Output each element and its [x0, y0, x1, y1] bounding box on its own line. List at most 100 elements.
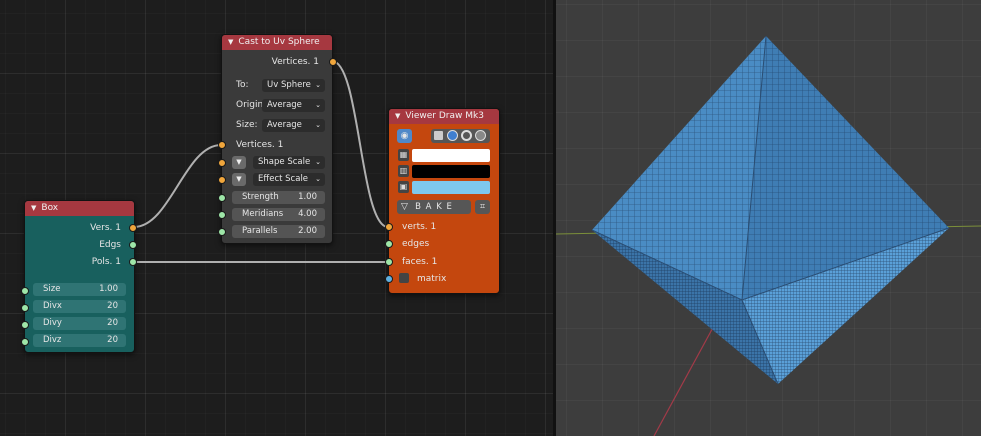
link-box-verts-to-cast — [133, 144, 222, 228]
bake-label: B A K E — [415, 202, 453, 212]
strength-field[interactable]: Strength 1.00 — [232, 191, 325, 204]
input-socket-matrix[interactable] — [385, 275, 393, 283]
input-socket-parallels[interactable] — [218, 228, 226, 236]
vertex-color-icon: ▦ — [398, 149, 409, 161]
output-socket-vertices[interactable] — [329, 58, 337, 66]
input-socket-vertices[interactable] — [218, 141, 226, 149]
cube-icon[interactable] — [434, 131, 443, 140]
divx-label: Divx — [43, 301, 62, 311]
viewer-draw-node[interactable]: ▼ Viewer Draw Mk3 ◉ ▦ ▥ ▣ ▽ B A K E ⌗ ver… — [385, 108, 500, 294]
effect-scale-toggle[interactable]: ▼ — [232, 173, 246, 186]
input-socket-faces[interactable] — [385, 258, 393, 266]
strength-value: 1.00 — [298, 192, 317, 202]
size-label: Size — [43, 284, 61, 294]
y-axis-line — [653, 321, 717, 436]
divy-field[interactable]: Divy 20 — [33, 317, 126, 330]
input-socket-size[interactable] — [21, 287, 29, 295]
input-socket-divz[interactable] — [21, 338, 29, 346]
shape-scale-value: Shape Scale — [258, 157, 311, 167]
output-edgs: Edgs — [99, 240, 121, 250]
output-vertices: Vertices. 1 — [271, 57, 319, 67]
dropdown-arrow-icon: ⌄ — [315, 175, 321, 183]
material-icon[interactable] — [475, 130, 486, 141]
bake-button[interactable]: ▽ B A K E — [397, 200, 471, 214]
output-socket-vers[interactable] — [129, 224, 137, 232]
edge-color-icon: ▥ — [398, 165, 409, 177]
collapse-chevron-icon[interactable]: ▼ — [31, 204, 36, 212]
dropdown-arrow-icon: ⌄ — [315, 158, 321, 166]
divz-value: 20 — [107, 335, 118, 345]
meridians-value: 4.00 — [298, 209, 317, 219]
ring-icon[interactable] — [461, 130, 472, 141]
size-label: Size: — [236, 120, 258, 130]
frame-icon[interactable]: ⌗ — [475, 200, 490, 214]
input-verts-label: verts. 1 — [402, 222, 437, 232]
display-mode-buttons — [431, 129, 490, 143]
dropdown-arrow-icon: ⌄ — [315, 81, 321, 89]
matrix-icon — [399, 273, 409, 283]
size-field[interactable]: Size 1.00 — [33, 283, 126, 296]
input-socket-strength[interactable] — [218, 194, 226, 202]
box-node[interactable]: ▼ Box Vers. 1 Edgs Pols. 1 Size 1.00 Divx 2… — [21, 200, 137, 353]
dropdown-arrow-icon: ⌄ — [315, 101, 321, 109]
triangle-icon: ▽ — [401, 202, 409, 212]
divz-label: Divz — [43, 335, 62, 345]
collapse-chevron-icon[interactable]: ▼ — [395, 112, 400, 120]
box-node-header[interactable]: ▼ Box — [25, 201, 134, 216]
sphere-icon[interactable] — [447, 130, 458, 141]
input-socket-verts[interactable] — [385, 223, 393, 231]
to-value: Uv Sphere — [267, 80, 311, 90]
divx-field[interactable]: Divx 20 — [33, 300, 126, 313]
cast-node-title: Cast to Uv Sphere — [238, 37, 320, 47]
meridians-field[interactable]: Meridians 4.00 — [232, 208, 325, 221]
shape-scale-toggle[interactable]: ▼ — [232, 156, 246, 169]
output-pols: Pols. 1 — [91, 257, 121, 267]
input-socket-shape-scale[interactable] — [218, 159, 226, 167]
viewer-node-header[interactable]: ▼ Viewer Draw Mk3 — [389, 109, 499, 124]
origin-dropdown[interactable]: Average ⌄ — [262, 99, 325, 112]
node-editor[interactable]: ▼ Box Vers. 1 Edgs Pols. 1 Size 1.00 Divx 2… — [0, 0, 553, 436]
dropdown-arrow-icon: ⌄ — [315, 121, 321, 129]
output-socket-edgs[interactable] — [129, 241, 137, 249]
eye-icon[interactable]: ◉ — [397, 129, 412, 143]
input-socket-divx[interactable] — [21, 304, 29, 312]
size-value: Average — [267, 120, 302, 130]
face-color-icon: ▣ — [398, 181, 409, 193]
link-cast-verts-to-viewer — [331, 60, 389, 228]
effect-scale-value: Effect Scale — [258, 174, 309, 184]
edge-color-swatch[interactable] — [412, 165, 490, 178]
vertex-color-swatch[interactable] — [412, 149, 490, 162]
shape-scale-dropdown[interactable]: Shape Scale ⌄ — [253, 156, 325, 169]
cast-node-header[interactable]: ▼ Cast to Uv Sphere — [222, 35, 332, 50]
input-socket-effect-scale[interactable] — [218, 176, 226, 184]
viewport-scene — [556, 35, 981, 436]
divy-label: Divy — [43, 318, 62, 328]
cast-to-uv-sphere-node[interactable]: ▼ Cast to Uv Sphere Vertices. 1 To: Uv Sp… — [218, 34, 337, 244]
divx-value: 20 — [107, 301, 118, 311]
meridians-label: Meridians — [242, 209, 284, 219]
box-node-title: Box — [41, 203, 59, 213]
to-dropdown[interactable]: Uv Sphere ⌄ — [262, 79, 325, 92]
parallels-field[interactable]: Parallels 2.00 — [232, 225, 325, 238]
effect-scale-dropdown[interactable]: Effect Scale ⌄ — [253, 173, 325, 186]
vertices-input-label: Vertices. 1 — [236, 140, 284, 150]
collapse-chevron-icon[interactable]: ▼ — [228, 38, 233, 46]
face-color-swatch[interactable] — [412, 181, 490, 194]
viewer-node-title: Viewer Draw Mk3 — [405, 111, 484, 121]
input-socket-meridians[interactable] — [218, 211, 226, 219]
input-matrix-label: matrix — [417, 274, 447, 284]
size-dropdown[interactable]: Average ⌄ — [262, 119, 325, 132]
output-vers: Vers. 1 — [90, 223, 121, 233]
origin-value: Average — [267, 100, 302, 110]
divy-value: 20 — [107, 318, 118, 328]
octahedron-mesh — [591, 35, 950, 385]
output-socket-pols[interactable] — [129, 258, 137, 266]
input-socket-edges[interactable] — [385, 240, 393, 248]
divz-field[interactable]: Divz 20 — [33, 334, 126, 347]
origin-label: Origin — [236, 100, 264, 110]
to-label: To: — [236, 80, 249, 90]
input-edges-label: edges — [402, 239, 430, 249]
input-socket-divy[interactable] — [21, 321, 29, 329]
input-faces-label: faces. 1 — [402, 257, 438, 267]
3d-viewport[interactable] — [556, 0, 981, 436]
